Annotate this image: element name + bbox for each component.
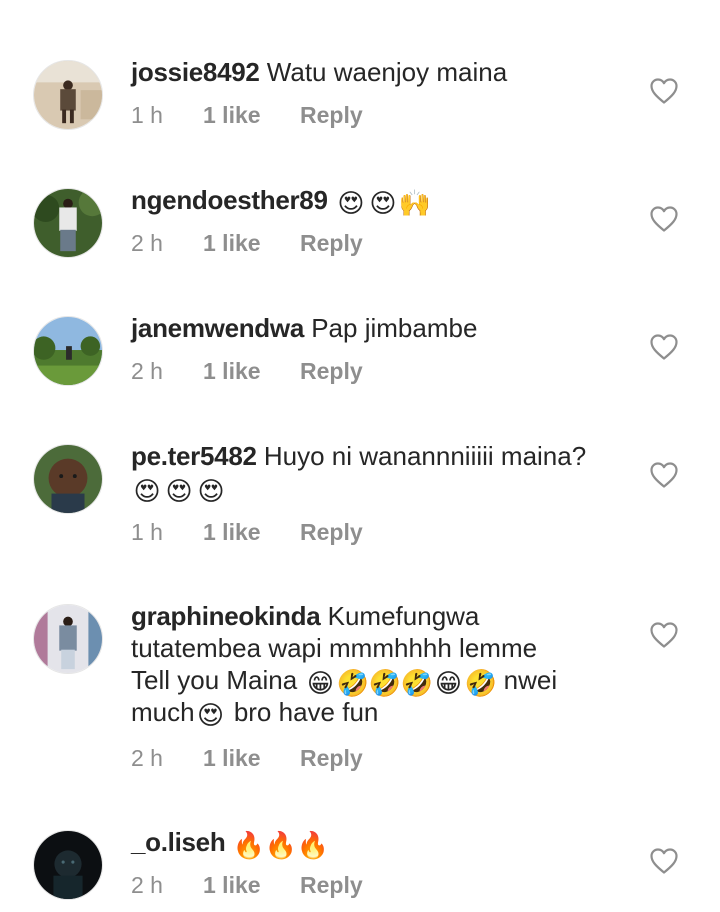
fire-emoji: 🔥 [264, 830, 298, 860]
heart-eyes-emoji: 😍 [133, 476, 161, 506]
comment-body: pe.ter5482 Huyo ni wanannniiiii maina? 😍… [131, 440, 631, 504]
avatar[interactable] [33, 444, 103, 514]
heart-eyes-emoji: 😍 [197, 700, 225, 730]
comment-time: 2 h [131, 230, 163, 256]
comment-time: 1 h [131, 519, 163, 545]
heart-eyes-emoji: 😍 [165, 476, 193, 506]
comment-time: 2 h [131, 358, 163, 384]
heart-eyes-emoji: 😍 [369, 188, 397, 218]
reply-button[interactable]: Reply [300, 518, 363, 546]
comment-text: Watu waenjoy maina [266, 57, 508, 87]
fire-emoji: 🔥 [296, 830, 330, 860]
heart-outline-icon[interactable] [650, 622, 678, 648]
heart-outline-icon[interactable] [650, 334, 678, 360]
comment-text: much [131, 697, 195, 727]
fire-emoji: 🔥 [232, 830, 266, 860]
comment-username[interactable]: ngendoesther89 [131, 185, 328, 215]
comment-meta: 1 h 1 like Reply [131, 101, 363, 129]
heart-outline-icon[interactable] [650, 206, 678, 232]
reply-button[interactable]: Reply [300, 101, 363, 129]
comment-likes[interactable]: 1 like [203, 744, 300, 772]
comment-body: _o.liseh 🔥🔥🔥 [131, 826, 631, 858]
reply-button[interactable]: Reply [300, 871, 363, 899]
comment-time: 1 h [131, 102, 163, 128]
comment-likes[interactable]: 1 like [203, 871, 300, 899]
avatar[interactable] [33, 316, 103, 386]
comment-likes[interactable]: 1 like [203, 357, 300, 385]
comment-text: Huyo ni wanannniiiii maina? [263, 441, 587, 471]
rolling-laughing-emoji: 🤣 [368, 668, 401, 698]
comment-likes[interactable]: 1 like [203, 229, 300, 257]
grinning-squinting-emoji: 😁 [306, 668, 334, 698]
comment-username[interactable]: graphineokinda [131, 601, 321, 631]
raising-hands-emoji: 🙌 [398, 188, 432, 218]
comment-meta: 2 h 1 like Reply [131, 229, 363, 257]
reply-button[interactable]: Reply [300, 744, 363, 772]
comment-text: bro have fun [233, 697, 379, 727]
heart-outline-icon[interactable] [650, 848, 678, 874]
comment-meta: 2 h 1 like Reply [131, 871, 363, 899]
comment-likes[interactable]: 1 like [203, 518, 300, 546]
comment-time: 2 h [131, 745, 163, 771]
comment-meta: 2 h 1 like Reply [131, 744, 363, 772]
comment-body: janemwendwa Pap jimbambe [131, 312, 631, 344]
heart-eyes-emoji: 😍 [197, 476, 225, 506]
rolling-laughing-emoji: 🤣 [464, 668, 497, 698]
comment-body: jossie8492 Watu waenjoy maina [131, 56, 631, 88]
reply-button[interactable]: Reply [300, 357, 363, 385]
reply-button[interactable]: Reply [300, 229, 363, 257]
comment-username[interactable]: janemwendwa [131, 313, 304, 343]
comment-text: Pap jimbambe [311, 313, 478, 343]
heart-eyes-emoji: 😍 [337, 188, 365, 218]
heart-outline-icon[interactable] [650, 78, 678, 104]
comment-text: nwei [503, 665, 558, 695]
rolling-laughing-emoji: 🤣 [400, 668, 433, 698]
comment-username[interactable]: _o.liseh [131, 827, 226, 857]
rolling-laughing-emoji: 🤣 [336, 668, 369, 698]
comment-body: ngendoesther89 😍 😍🙌 [131, 184, 631, 216]
comment-username[interactable]: pe.ter5482 [131, 441, 257, 471]
comment-likes[interactable]: 1 like [203, 101, 300, 129]
comment-text: Tell you Maina [131, 665, 298, 695]
comment-text: tutatembea wapi mmmhhhh lemme [131, 633, 538, 663]
avatar[interactable] [33, 60, 103, 130]
heart-outline-icon[interactable] [650, 462, 678, 488]
avatar[interactable] [33, 830, 103, 900]
comment-text: Kumefungwa [327, 601, 480, 631]
comment-meta: 2 h 1 like Reply [131, 357, 363, 385]
comment-username[interactable]: jossie8492 [131, 57, 260, 87]
comment-body: graphineokinda Kumefungwa tutatembea wap… [131, 600, 631, 728]
avatar[interactable] [33, 188, 103, 258]
comment-time: 2 h [131, 872, 163, 898]
comment-meta: 1 h 1 like Reply [131, 518, 363, 546]
avatar[interactable] [33, 604, 103, 674]
grinning-squinting-emoji: 😁 [434, 668, 462, 698]
